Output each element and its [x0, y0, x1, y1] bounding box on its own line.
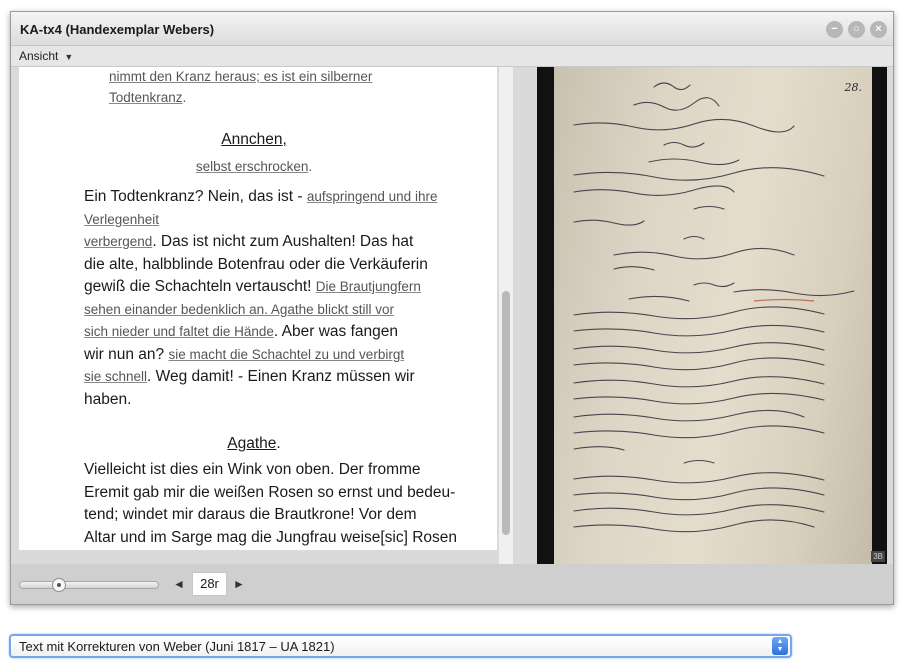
- stage-direction: selbst erschrocken: [195, 159, 309, 174]
- stage-direction: Die Brautjungfern: [315, 279, 421, 294]
- punctuation: .: [308, 159, 313, 174]
- restore-button[interactable]: ○: [848, 21, 865, 38]
- title-bar[interactable]: KA-tx4 (Handexemplar Webers) − ○ ×: [11, 12, 893, 46]
- manuscript-page-image: 28.: [554, 67, 872, 564]
- zoom-slider[interactable]: [19, 578, 159, 592]
- version-select-value: Text mit Korrekturen von Weber (Juni 181…: [19, 639, 335, 654]
- stage-direction: verbergend: [84, 234, 153, 249]
- zoom-slider-handle[interactable]: [52, 578, 66, 592]
- facsimile-panel[interactable]: 28. 3B: [537, 67, 887, 564]
- view-menu[interactable]: Ansicht ▼: [19, 49, 73, 63]
- close-button[interactable]: ×: [870, 21, 887, 38]
- select-arrows-icon: ▲ ▼: [772, 637, 788, 655]
- speech-text: . Aber was fangen: [273, 323, 398, 340]
- punctuation: .: [276, 435, 281, 452]
- view-menu-label: Ansicht: [19, 49, 59, 63]
- punctuation: .: [182, 90, 187, 105]
- stage-direction: sich nieder und faltet die Hände: [84, 324, 274, 339]
- speech-text: . Das ist nicht zum Aushalten! Das hat: [152, 233, 414, 250]
- scroll-thumb[interactable]: [502, 291, 510, 535]
- stage-direction: Todtenkranz: [109, 90, 183, 105]
- text-panel: nimmt den Kranz heraus; es ist ein silbe…: [19, 67, 497, 550]
- speech-block: Vielleicht ist dies ein Wink von oben. D…: [84, 459, 484, 549]
- speech-text: gewiß die Schachteln vertauscht!: [84, 278, 316, 295]
- image-corner-tag: 3B: [871, 551, 885, 562]
- speech-text: Ein Todtenkranz? Nein, das ist -: [84, 188, 307, 205]
- menu-bar: Ansicht ▼: [11, 46, 893, 67]
- folio-number: 28.: [844, 81, 863, 94]
- speech-text: wir nun an?: [84, 345, 169, 363]
- minimize-button[interactable]: −: [826, 21, 843, 38]
- stage-direction: sie schnell: [84, 369, 148, 384]
- stage-direction: Verlegenheit: [84, 211, 160, 227]
- stage-direction: sie macht die Schachtel zu und verbirgt: [168, 346, 405, 362]
- stage-direction: sehen einander bedenklich an. Agathe bli…: [84, 301, 394, 317]
- stage-direction: nimmt den Kranz heraus; es ist ein silbe…: [109, 69, 373, 84]
- speaker-name: Agathe: [227, 435, 277, 452]
- window-controls: − ○ ×: [826, 21, 887, 38]
- previous-page-button[interactable]: ◄: [173, 577, 185, 591]
- speech-text: Altar und im Sarge mag die Jungfrau weis…: [84, 528, 458, 546]
- speech-text: haben.: [84, 390, 132, 408]
- stage-direction: aufspringend und ihre: [306, 189, 438, 204]
- text-scrollbar[interactable]: [499, 67, 513, 564]
- speech-text: Eremit gab mir die weißen Rosen so ernst…: [84, 483, 456, 501]
- viewer-window: KA-tx4 (Handexemplar Webers) − ○ × Ansic…: [10, 11, 894, 605]
- chevron-down-icon: ▼: [64, 52, 74, 62]
- content-area: nimmt den Kranz heraus; es ist ein silbe…: [11, 67, 893, 564]
- next-page-button[interactable]: ►: [233, 577, 245, 591]
- window-title: KA-tx4 (Handexemplar Webers): [20, 22, 215, 37]
- speech-text: . Weg damit! - Einen Kranz müssen wir: [147, 368, 415, 385]
- speech-text: Vielleicht ist dies ein Wink von oben. D…: [84, 461, 421, 478]
- speech-block: Ein Todtenkranz? Nein, das ist - aufspri…: [84, 186, 484, 411]
- speech-text: die alte, halbblinde Botenfrau oder die …: [84, 255, 428, 273]
- speaker-name: Annchen,: [221, 131, 287, 148]
- page-number-field[interactable]: 28r: [192, 572, 227, 596]
- navigation-bar: ◄ 28r ►: [11, 564, 893, 604]
- version-select[interactable]: Text mit Korrekturen von Weber (Juni 181…: [9, 634, 792, 658]
- handwriting-image: [573, 82, 855, 533]
- speech-text: tend; windet mir daraus die Brautkrone! …: [84, 506, 417, 523]
